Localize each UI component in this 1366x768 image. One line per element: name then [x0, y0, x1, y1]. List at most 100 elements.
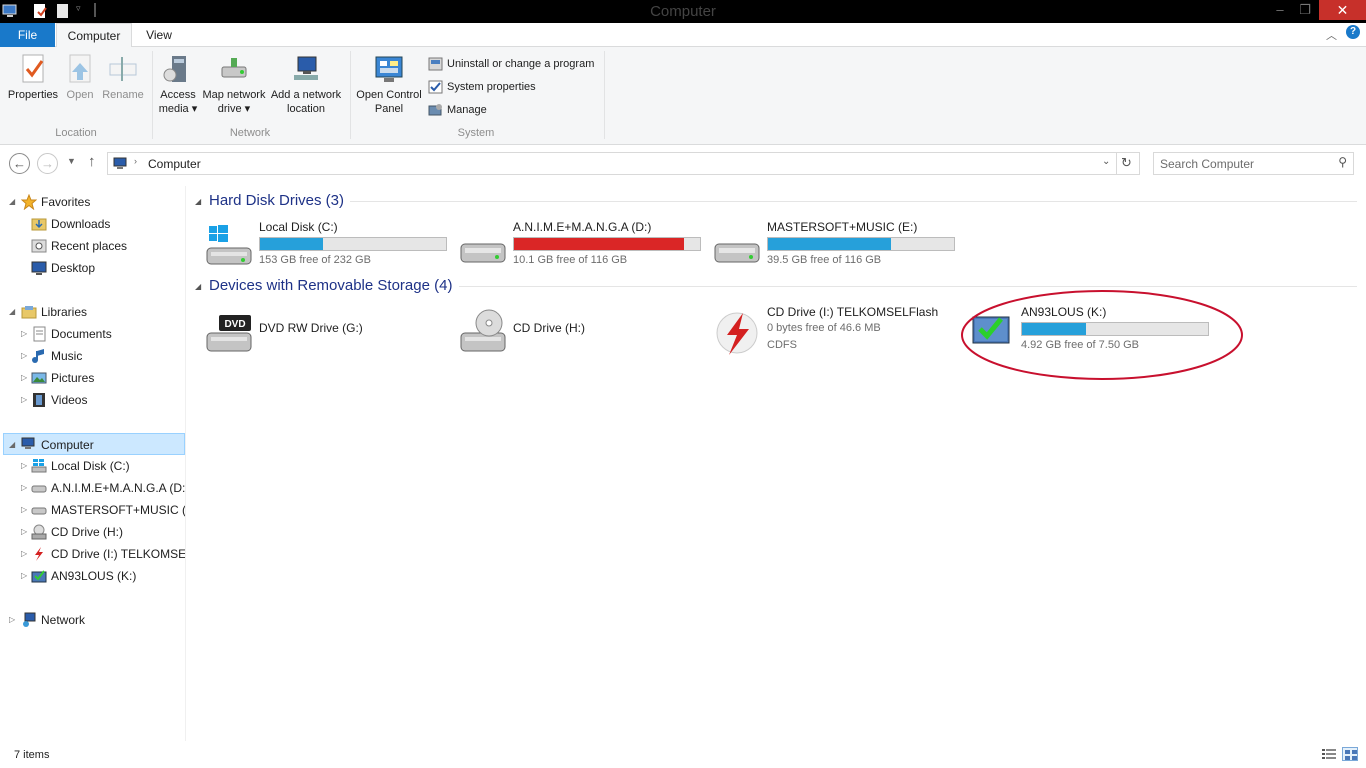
nav-documents[interactable]: ▷ Documents	[0, 323, 185, 345]
nav-desktop[interactable]: Desktop	[0, 257, 185, 279]
navigation-pane: ◢ Favorites Downloads Recent places Desk…	[0, 186, 186, 741]
nav-pictures[interactable]: ▷ Pictures	[0, 367, 185, 389]
expand-chevron-icon[interactable]: ▷	[21, 455, 31, 477]
group-header-removable-label: Devices with Removable Storage (4)	[209, 277, 453, 294]
forward-arrow-icon[interactable]: →	[37, 153, 58, 174]
collapse-chevron-icon[interactable]: ◢	[195, 282, 201, 291]
dvd-drive-icon: DVD	[205, 309, 253, 357]
nav-drive-c[interactable]: ▷ Local Disk (C:)	[0, 455, 185, 477]
nav-documents-label: Documents	[51, 327, 112, 341]
close-button[interactable]: ✕	[1319, 0, 1366, 20]
nav-videos[interactable]: ▷ Videos	[0, 389, 185, 411]
hard-drive-icon	[459, 224, 507, 272]
system-properties-button[interactable]: System properties	[428, 78, 536, 96]
expand-chevron-icon[interactable]: ▷	[21, 521, 31, 543]
open-button[interactable]: Open	[62, 53, 98, 102]
nav-drive-h-label: CD Drive (H:)	[51, 525, 123, 539]
search-box[interactable]: ⚲	[1153, 152, 1354, 175]
help-icon[interactable]: ?	[1346, 25, 1360, 39]
nav-drive-i[interactable]: ▷ CD Drive (I:) TELKOMSELFlash	[0, 543, 185, 565]
nav-drive-d[interactable]: ▷ A.N.I.M.E+M.A.N.G.A (D:)	[0, 477, 185, 499]
rename-icon	[107, 53, 139, 85]
nav-drive-k[interactable]: ▷ AN93LOUS (K:)	[0, 565, 185, 587]
nav-computer[interactable]: ◢ Computer	[3, 433, 185, 455]
drive-e[interactable]: MASTERSOFT+MUSIC (E:) 39.5 GB free of 11…	[713, 220, 963, 276]
tab-view[interactable]: View	[134, 23, 184, 47]
nav-recent-places[interactable]: Recent places	[0, 235, 185, 257]
recent-locations-chevron-icon[interactable]: ▼	[67, 156, 76, 166]
group-header-removable[interactable]: ◢ Devices with Removable Storage (4)	[195, 277, 453, 294]
nav-drive-i-label: CD Drive (I:) TELKOMSELFlash	[51, 547, 185, 561]
add-network-location-button[interactable]: Add a network location	[268, 53, 344, 116]
expand-chevron-icon[interactable]: ▷	[21, 389, 31, 411]
nav-libraries-label: Libraries	[41, 305, 88, 319]
address-bar[interactable]: › Computer ⌄ ↻	[107, 152, 1140, 175]
collapse-chevron-icon[interactable]: ◢	[195, 197, 201, 206]
nav-network[interactable]: ▷ Network	[0, 609, 185, 631]
expand-chevron-icon[interactable]: ▷	[21, 367, 31, 389]
nav-drive-e[interactable]: ▷ MASTERSOFT+MUSIC (E:)	[0, 499, 185, 521]
large-icons-view-icon[interactable]	[1342, 747, 1358, 761]
search-icon[interactable]: ⚲	[1338, 155, 1347, 169]
nav-favorites[interactable]: ◢ Favorites	[0, 191, 185, 213]
properties-button[interactable]: Properties	[6, 53, 60, 102]
expand-chevron-icon[interactable]: ▷	[21, 345, 31, 367]
maximize-button[interactable]: ❐	[1293, 0, 1317, 20]
minimize-ribbon-chevron-icon[interactable]: ︿	[1326, 27, 1337, 43]
windows-drive-icon	[205, 224, 253, 272]
expand-chevron-icon[interactable]: ▷	[21, 543, 31, 565]
access-media-button[interactable]: Access media ▾	[156, 53, 200, 116]
drive-d-name: A.N.I.M.E+M.A.N.G.A (D:)	[513, 220, 652, 234]
open-control-panel-button[interactable]: Open Control Panel	[354, 53, 424, 116]
breadcrumb-computer[interactable]: Computer	[148, 157, 201, 171]
address-dropdown-chevron-icon[interactable]: ⌄	[1102, 156, 1110, 167]
content-pane: ◢ Hard Disk Drives (3) Local Disk (C:) 1…	[187, 186, 1366, 741]
back-arrow-icon[interactable]: ←	[9, 153, 30, 174]
drive-d[interactable]: A.N.I.M.E+M.A.N.G.A (D:) 10.1 GB free of…	[459, 220, 709, 276]
open-label: Open	[66, 89, 94, 101]
rename-button[interactable]: Rename	[100, 53, 146, 102]
nav-downloads[interactable]: Downloads	[0, 213, 185, 235]
nav-drive-k-label: AN93LOUS (K:)	[51, 569, 137, 583]
telkomsel-flash-icon	[713, 309, 761, 357]
nav-libraries[interactable]: ◢ Libraries	[0, 301, 185, 323]
tab-computer[interactable]: Computer	[56, 23, 132, 48]
collapse-chevron-icon[interactable]: ◢	[9, 191, 19, 213]
music-note-icon	[31, 348, 47, 364]
drive-g[interactable]: DVD DVD RW Drive (G:)	[205, 305, 455, 361]
collapse-chevron-icon[interactable]: ◢	[9, 434, 19, 454]
refresh-icon[interactable]: ↻	[1121, 155, 1132, 171]
expand-chevron-icon[interactable]: ▷	[9, 609, 19, 631]
tab-file[interactable]: File	[0, 23, 55, 47]
collapse-chevron-icon[interactable]: ◢	[9, 301, 19, 323]
drive-h-name: CD Drive (H:)	[513, 321, 585, 335]
cd-drive-icon	[31, 524, 47, 540]
rename-label: Rename	[102, 89, 144, 101]
manage-label: Manage	[447, 104, 487, 116]
expand-chevron-icon[interactable]: ▷	[21, 323, 31, 345]
nav-drive-h[interactable]: ▷ CD Drive (H:)	[0, 521, 185, 543]
uninstall-program-button[interactable]: Uninstall or change a program	[428, 55, 594, 73]
nav-music[interactable]: ▷ Music	[0, 345, 185, 367]
nav-music-label: Music	[51, 349, 83, 363]
details-view-icon[interactable]	[1322, 748, 1336, 763]
drive-i[interactable]: CD Drive (I:) TELKOMSELFlash 0 bytes fre…	[713, 305, 963, 361]
map-network-drive-button[interactable]: Map network drive ▾	[200, 53, 268, 116]
nav-drive-e-label: MASTERSOFT+MUSIC (E:)	[51, 503, 185, 517]
drive-c[interactable]: Local Disk (C:) 153 GB free of 232 GB	[205, 220, 455, 276]
group-header-hard-disks[interactable]: ◢ Hard Disk Drives (3)	[195, 192, 344, 209]
breadcrumb-chevron-icon[interactable]: ›	[134, 156, 137, 166]
manage-button[interactable]: Manage	[428, 101, 487, 119]
expand-chevron-icon[interactable]: ▷	[21, 565, 31, 587]
control-panel-icon	[373, 53, 405, 85]
open-control-panel-label-1: Open Control	[356, 89, 422, 101]
expand-chevron-icon[interactable]: ▷	[21, 499, 31, 521]
drive-h[interactable]: CD Drive (H:)	[459, 305, 709, 361]
minimize-button[interactable]: –	[1268, 0, 1292, 20]
search-input[interactable]	[1154, 153, 1324, 174]
drive-d-free-space: 10.1 GB free of 116 GB	[513, 254, 628, 266]
network-icon	[21, 612, 37, 628]
up-arrow-icon[interactable]: ↑	[88, 153, 96, 170]
add-network-location-label-1: Add a network	[270, 89, 342, 101]
expand-chevron-icon[interactable]: ▷	[21, 477, 31, 499]
